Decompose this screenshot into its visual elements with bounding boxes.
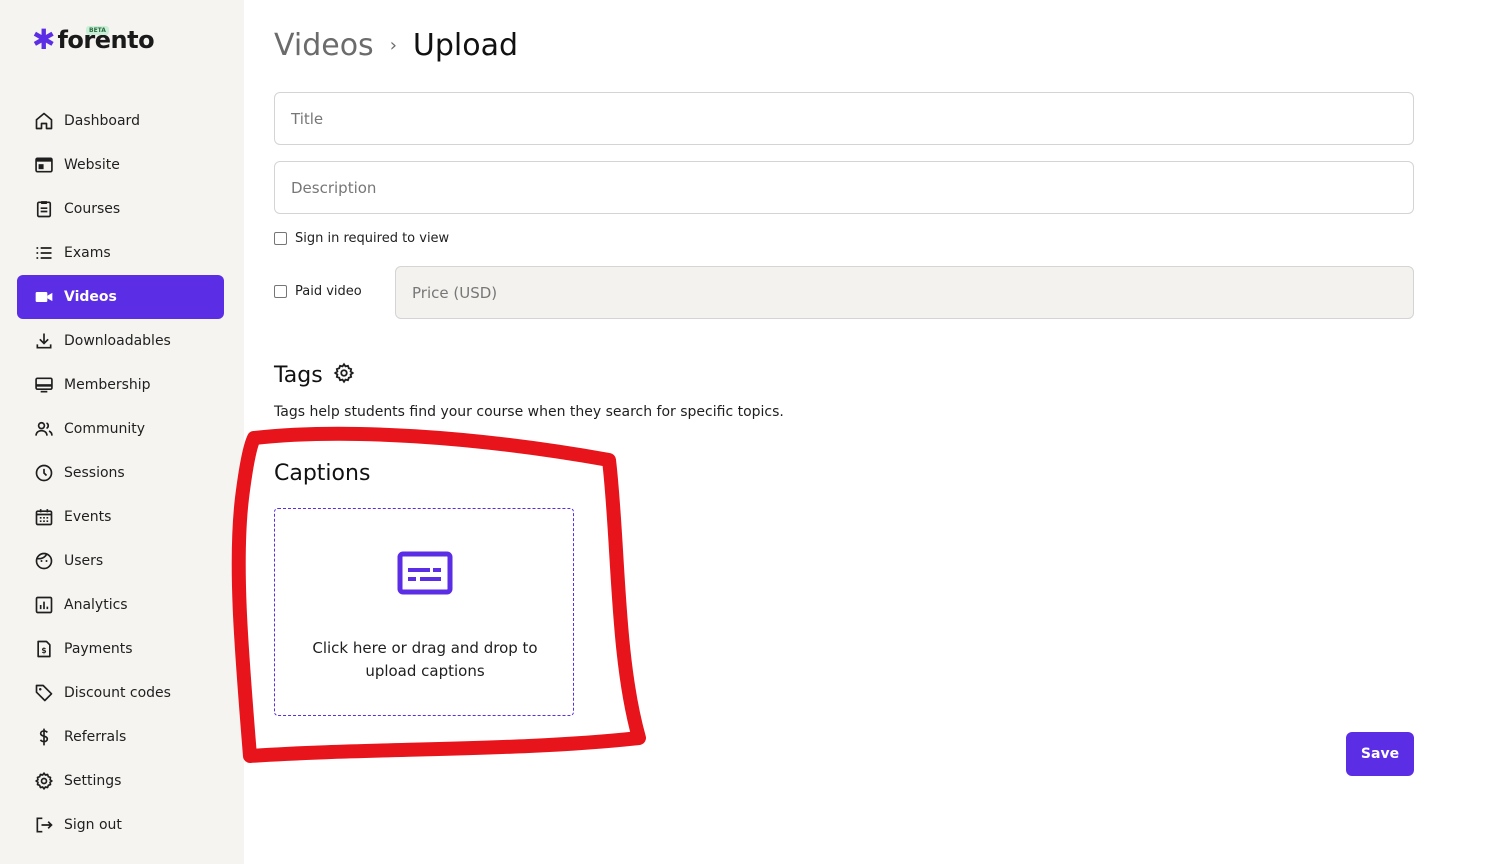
sign-in-required-row: Sign in required to view xyxy=(274,231,449,246)
svg-text:$: $ xyxy=(41,646,46,655)
sidebar-item-label: Membership xyxy=(64,377,151,393)
tag-icon xyxy=(34,683,54,703)
invoice-icon: $ xyxy=(34,639,54,659)
sidebar-item-label: Sign out xyxy=(64,817,122,833)
sidebar-item-events[interactable]: Events xyxy=(17,495,224,539)
sign-in-required-checkbox[interactable] xyxy=(274,232,287,245)
title-input[interactable]: Title xyxy=(274,92,1414,145)
sidebar-item-label: Website xyxy=(64,157,120,173)
sidebar-item-membership[interactable]: Membership xyxy=(17,363,224,407)
paid-video-checkbox[interactable] xyxy=(274,285,287,298)
captions-icon xyxy=(397,551,453,595)
video-camera-icon xyxy=(34,287,54,307)
sidebar-item-label: Discount codes xyxy=(64,685,171,701)
sidebar-item-users[interactable]: Users xyxy=(17,539,224,583)
captions-dropzone[interactable]: Click here or drag and drop to upload ca… xyxy=(274,508,574,716)
breadcrumb: Videos › Upload xyxy=(274,28,518,63)
tags-description: Tags help students find your course when… xyxy=(274,404,784,420)
sidebar-item-settings[interactable]: Settings xyxy=(17,759,224,803)
tags-title: Tags xyxy=(274,362,323,388)
sidebar-item-label: Courses xyxy=(64,201,121,217)
captions-title: Captions xyxy=(274,461,371,486)
save-button[interactable]: Save xyxy=(1346,732,1414,776)
sidebar-item-label: Community xyxy=(64,421,146,437)
paid-video-row: Paid video xyxy=(274,284,362,299)
dollar-icon xyxy=(34,727,54,747)
sidebar-item-community[interactable]: Community xyxy=(17,407,224,451)
chevron-right-icon: › xyxy=(389,35,397,56)
paid-video-label: Paid video xyxy=(295,284,362,299)
sidebar-item-discount-codes[interactable]: Discount codes xyxy=(17,671,224,715)
bar-chart-icon xyxy=(34,595,54,615)
people-icon xyxy=(34,419,54,439)
sidebar-item-label: Sessions xyxy=(64,465,125,481)
sidebar-item-label: Videos xyxy=(64,289,117,305)
sidebar-item-label: Exams xyxy=(64,245,111,261)
sidebar-item-label: Settings xyxy=(64,773,122,789)
sign-out-icon xyxy=(34,815,54,835)
gear-icon xyxy=(34,771,54,791)
sidebar-item-label: Analytics xyxy=(64,597,128,613)
sidebar-item-label: Events xyxy=(64,509,112,525)
home-icon xyxy=(34,111,54,131)
sidebar-item-sign-out[interactable]: Sign out xyxy=(17,803,224,847)
face-icon xyxy=(34,551,54,571)
sidebar-item-label: Downloadables xyxy=(64,333,171,349)
breadcrumb-videos-link[interactable]: Videos xyxy=(274,28,374,63)
asterisk-logo-icon: ✱ xyxy=(32,23,56,56)
captions-upload-text: Click here or drag and drop to upload ca… xyxy=(312,639,538,680)
sidebar-item-referrals[interactable]: Referrals xyxy=(17,715,224,759)
download-icon xyxy=(34,331,54,351)
list-icon xyxy=(34,243,54,263)
sidebar-item-label: Payments xyxy=(64,641,133,657)
description-input[interactable]: Description xyxy=(274,161,1414,214)
clock-icon xyxy=(34,463,54,483)
calendar-icon xyxy=(34,507,54,527)
price-input[interactable]: Price (USD) xyxy=(395,266,1414,319)
beta-badge: BETA xyxy=(86,26,109,35)
sidebar-item-website[interactable]: Website xyxy=(17,143,224,187)
browser-icon xyxy=(34,155,54,175)
sidebar-item-payments[interactable]: $ Payments xyxy=(17,627,224,671)
sidebar-item-dashboard[interactable]: Dashboard xyxy=(17,99,224,143)
sign-in-required-label: Sign in required to view xyxy=(295,231,450,246)
clipboard-icon xyxy=(34,199,54,219)
sidebar-item-sessions[interactable]: Sessions xyxy=(17,451,224,495)
sidebar-item-exams[interactable]: Exams xyxy=(17,231,224,275)
sidebar-item-label: Referrals xyxy=(64,729,127,745)
sidebar-item-videos[interactable]: Videos xyxy=(17,275,224,319)
sidebar-item-analytics[interactable]: Analytics xyxy=(17,583,224,627)
app: ✱ forento BETA Dashboard Website Courses Ex… xyxy=(0,0,1489,864)
sidebar-item-downloadables[interactable]: Downloadables xyxy=(17,319,224,363)
sidebar-item-courses[interactable]: Courses xyxy=(17,187,224,231)
sidebar: ✱ forento BETA Dashboard Website Courses Ex… xyxy=(0,0,244,864)
sidebar-item-label: Dashboard xyxy=(64,113,140,129)
sidebar-item-label: Users xyxy=(64,553,104,569)
page-title: Upload xyxy=(412,28,519,63)
gear-icon[interactable] xyxy=(333,362,355,388)
card-icon xyxy=(34,375,54,395)
sidebar-nav: Dashboard Website Courses Exams Videos Downlo… xyxy=(17,99,224,847)
tags-header: Tags xyxy=(274,362,355,388)
